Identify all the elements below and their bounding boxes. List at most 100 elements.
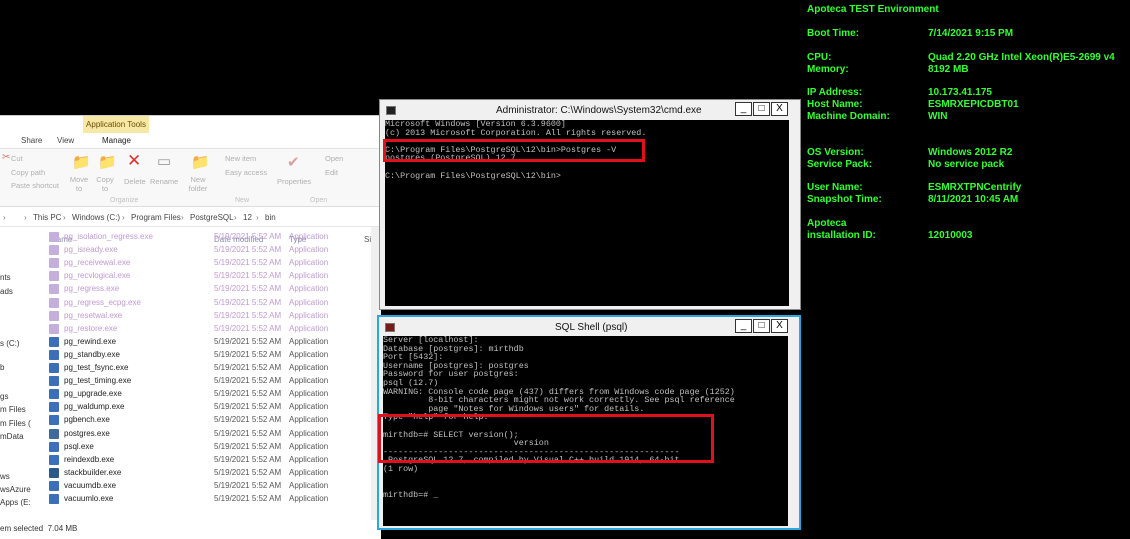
minimize-button[interactable]: _ (735, 102, 752, 116)
console-line: (1 row) (383, 463, 419, 474)
bginfo-row-memory: Memory: 8192 MB (807, 64, 1130, 76)
file-date: 5/19/2021 5:52 AM (214, 376, 282, 386)
tab-manage[interactable]: Manage (102, 136, 131, 145)
file-type: Application (289, 323, 329, 333)
table-row[interactable]: pg_isolation_regress.exe 5/19/2021 5:52 A… (30, 231, 370, 244)
file-date: 5/19/2021 5:52 AM (214, 271, 282, 281)
table-row[interactable]: vacuumdb.exe 5/19/2021 5:52 AM Application (30, 480, 370, 493)
status-text: em selected 7.04 MB (0, 524, 78, 533)
table-row[interactable]: psql.exe 5/19/2021 5:52 AM Application (30, 441, 370, 454)
application-icon (49, 232, 59, 242)
breadcrumb-item[interactable]: Windows (C:) (72, 213, 120, 222)
delete-button[interactable]: Delete (124, 177, 146, 186)
nav-item[interactable]: m Files (0, 405, 26, 414)
copy-path-button[interactable]: Copy path (11, 168, 45, 177)
breadcrumb[interactable]: › › This PC › Windows (C:) › Program Fil… (0, 209, 381, 227)
table-row[interactable]: pg_upgrade.exe 5/19/2021 5:52 AM Applicati… (30, 388, 370, 401)
table-row[interactable]: stackbuilder.exe 5/19/2021 5:52 AM Applica… (30, 467, 370, 480)
file-date: 5/19/2021 5:52 AM (214, 467, 282, 477)
copy-to-button[interactable]: Copy to (94, 175, 116, 193)
bginfo-key: Machine Domain: (807, 111, 890, 122)
maximize-button[interactable]: □ (753, 319, 770, 333)
move-to-icon: 📁 (72, 154, 91, 171)
nav-item[interactable]: wsAzure (0, 485, 31, 494)
cmd-window[interactable]: Administrator: C:\Windows\System32\cmd.e… (379, 99, 801, 310)
table-row[interactable]: pg_test_fsync.exe 5/19/2021 5:52 AM Applic… (30, 362, 370, 375)
breadcrumb-item[interactable]: Program Files (131, 213, 181, 222)
move-to-button[interactable]: Move to (68, 175, 90, 193)
chevron-right-icon: › (256, 213, 259, 222)
rename-button[interactable]: Rename (150, 177, 178, 186)
edit-button[interactable]: Edit (325, 168, 338, 177)
nav-item[interactable]: b (0, 363, 4, 372)
table-row[interactable]: pg_regress_ecpg.exe 5/19/2021 5:52 AM Appl… (30, 297, 370, 310)
table-row[interactable]: postgres.exe 5/19/2021 5:52 AM Application (30, 428, 370, 441)
file-date: 5/19/2021 5:52 AM (214, 428, 282, 438)
properties-button[interactable]: Properties (277, 177, 311, 186)
nav-item[interactable]: m Files ( (0, 419, 31, 428)
bginfo-row-os: OS Version: Windows 2012 R2 (807, 147, 1130, 159)
nav-item[interactable]: s (C:) (0, 339, 20, 348)
application-icon (49, 441, 59, 452)
close-button[interactable]: X (771, 102, 788, 116)
table-row[interactable]: reindexdb.exe 5/19/2021 5:52 AM Applicatio… (30, 454, 370, 467)
tab-view[interactable]: View (57, 136, 74, 145)
chevron-right-icon: › (234, 213, 237, 222)
new-folder-button[interactable]: New folder (186, 175, 210, 193)
application-icon (49, 284, 59, 295)
close-button[interactable]: X (771, 319, 788, 333)
table-row[interactable]: pg_recvlogical.exe 5/19/2021 5:52 AM Appli… (30, 270, 370, 283)
breadcrumb-item[interactable]: PostgreSQL (190, 213, 234, 222)
console-icon (386, 106, 396, 115)
group-label-organize: Organize (110, 197, 139, 204)
table-row[interactable]: pg_test_timing.exe 5/19/2021 5:52 AM Appli… (30, 375, 370, 388)
nav-item[interactable]: mData (0, 432, 24, 441)
cmd-scrollbar[interactable] (789, 120, 800, 306)
properties-icon: ✔ (287, 154, 300, 171)
file-date: 5/19/2021 5:52 AM (214, 402, 282, 412)
file-name: postgres.exe (64, 428, 110, 438)
table-row[interactable]: pgbench.exe 5/19/2021 5:52 AM Application (30, 414, 370, 427)
application-icon (49, 258, 59, 269)
file-date: 5/19/2021 5:52 AM (214, 454, 282, 464)
file-date: 5/19/2021 5:52 AM (214, 232, 282, 241)
file-name: vacuumlo.exe (64, 494, 114, 503)
paste-shortcut-button[interactable]: Paste shortcut (11, 181, 59, 190)
table-row[interactable]: vacuumlo.exe 5/19/2021 5:52 AM Application (30, 493, 370, 506)
bginfo-key: Service Pack: (807, 159, 873, 170)
nav-item[interactable]: Apps (E: (0, 498, 31, 507)
minimize-button[interactable]: _ (735, 319, 752, 333)
file-type: Application (289, 389, 329, 399)
bginfo-key: Memory: (807, 64, 849, 75)
chevron-right-icon: › (181, 213, 184, 222)
table-row[interactable]: pg_restore.exe 5/19/2021 5:52 AM Applicati… (30, 323, 370, 336)
nav-item[interactable]: ads (0, 287, 13, 296)
table-row[interactable]: pg_receivewal.exe 5/19/2021 5:52 AM Applic… (30, 257, 370, 270)
table-row[interactable]: pg_regress.exe 5/19/2021 5:52 AM Applicati… (30, 283, 370, 296)
open-button[interactable]: Open (325, 154, 343, 163)
nav-item[interactable]: nts (0, 273, 11, 282)
file-type: Application (289, 415, 329, 425)
cut-button[interactable]: Cut (11, 154, 23, 163)
table-row[interactable]: pg_rewind.exe 5/19/2021 5:52 AM Applicatio… (30, 336, 370, 349)
breadcrumb-item[interactable]: This PC (33, 213, 61, 222)
table-row[interactable]: pg_resetwal.exe 5/19/2021 5:52 AM Applicat… (30, 310, 370, 323)
breadcrumb-item[interactable]: bin (265, 213, 276, 222)
application-icon (49, 376, 59, 387)
psql-scrollbar[interactable] (788, 336, 799, 526)
table-row[interactable]: pg_waldump.exe 5/19/2021 5:52 AM Applicati… (30, 401, 370, 414)
easy-access-button[interactable]: Easy access (225, 168, 267, 177)
breadcrumb-item[interactable]: 12 (243, 213, 252, 222)
bginfo-value: Windows 2012 R2 (928, 147, 1013, 158)
bginfo-value: ESMRXEPICDBT01 (928, 99, 1019, 110)
file-date: 5/19/2021 5:52 AM (214, 245, 282, 255)
nav-item[interactable]: gs (0, 392, 8, 401)
tab-share[interactable]: Share (21, 136, 42, 145)
maximize-button[interactable]: □ (753, 102, 770, 116)
table-row[interactable]: pg_isready.exe 5/19/2021 5:52 AM Applicati… (30, 244, 370, 257)
new-item-button[interactable]: New item (225, 154, 256, 163)
cmd-titlebar[interactable]: Administrator: C:\Windows\System32\cmd.e… (380, 100, 800, 122)
table-row[interactable]: pg_standby.exe 5/19/2021 5:52 AM Applicati… (30, 349, 370, 362)
nav-item[interactable]: ws (0, 472, 10, 481)
